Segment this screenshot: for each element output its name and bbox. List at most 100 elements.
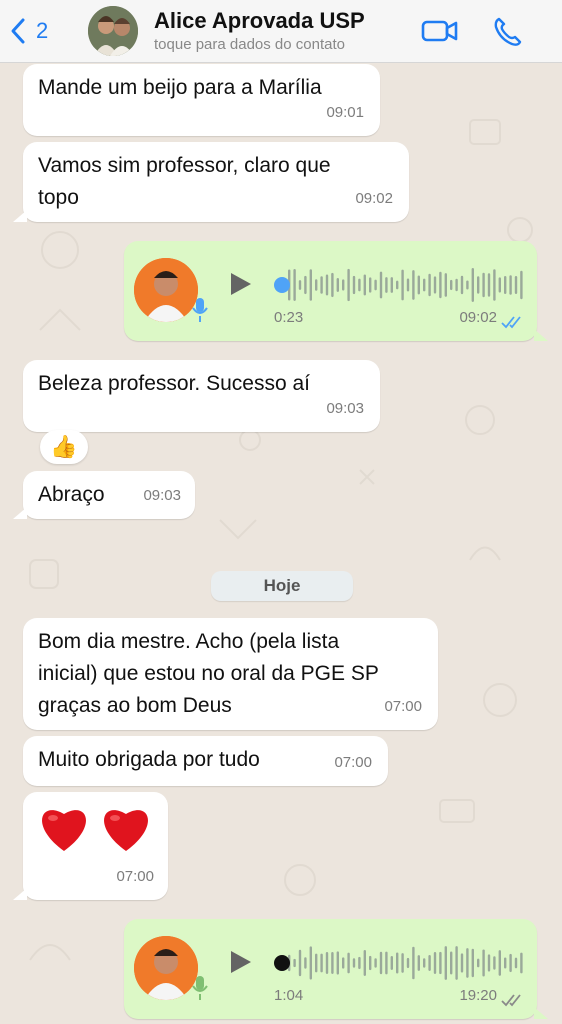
waveform-bar — [460, 275, 464, 295]
waveform-bar — [514, 957, 518, 969]
bubble-tail — [13, 507, 27, 519]
bubble-tail — [534, 1007, 548, 1019]
waveform-bar — [369, 277, 372, 293]
waveform-bar — [385, 277, 388, 293]
microphone-icon — [192, 298, 208, 322]
message-text: Abraço — [38, 483, 105, 506]
waveform-bar — [471, 268, 474, 302]
waveform-bar — [309, 269, 312, 301]
message-text-line: topo — [38, 186, 79, 209]
waveform-bar — [433, 952, 437, 974]
waveform-bar — [315, 953, 318, 973]
waveform-bar — [487, 954, 491, 972]
bubble-tail — [13, 888, 27, 900]
incoming-message[interactable]: Vamos sim professor, claro que topo 09:0… — [23, 142, 409, 222]
waveform-bar — [520, 952, 523, 974]
phone-call-icon[interactable] — [490, 14, 530, 48]
waveform-bar — [466, 948, 469, 978]
outgoing-voice-message[interactable]: 0:23 09:02 — [124, 241, 537, 341]
waveform-bar — [412, 270, 415, 300]
message-time: 09:02 — [459, 309, 497, 326]
waveform-bar — [423, 278, 426, 292]
waveform-bar — [342, 279, 345, 291]
audio-waveform[interactable] — [274, 943, 524, 983]
day-separator: Hoje — [211, 571, 353, 601]
waveform-bar — [439, 951, 442, 975]
waveform-bar — [352, 275, 356, 295]
waveform-bar — [369, 955, 372, 971]
message-time: 07:00 — [116, 868, 154, 885]
incoming-emoji-message[interactable]: ❤️❤️ 07:00 — [23, 792, 168, 900]
waveform-bar — [482, 949, 485, 977]
waveform-bar — [401, 953, 404, 973]
waveform-bar — [471, 948, 474, 978]
waveform-bar — [428, 273, 431, 297]
waveform-bar — [444, 273, 447, 297]
waveform-bar — [325, 952, 329, 974]
waveform-bar — [493, 269, 496, 301]
message-text-line: graças ao bom Deus — [38, 694, 232, 717]
waveform-bar — [309, 946, 312, 980]
bubble-tail — [13, 210, 27, 222]
waveform-bar — [423, 958, 426, 968]
waveform-bar — [498, 950, 501, 976]
red-heart-emoji — [42, 810, 86, 851]
waveform-bar — [358, 956, 361, 970]
waveform-bar — [396, 280, 399, 290]
message-text: Mande um beijo para a Marília — [38, 76, 322, 99]
waveform-bar — [396, 952, 399, 974]
message-text: Beleza professor. Sucesso aí — [38, 372, 310, 395]
message-time: 07:00 — [384, 698, 422, 715]
message-time: 07:00 — [334, 754, 372, 771]
waveform-bar — [401, 269, 404, 301]
message-time: 09:01 — [326, 104, 364, 121]
incoming-message[interactable]: Mande um beijo para a Marília 09:01 — [23, 64, 380, 136]
waveform-bar — [352, 958, 356, 968]
waveform-bar — [487, 273, 491, 297]
contact-name[interactable]: Alice Aprovada USP — [154, 8, 365, 34]
back-chevron-icon — [11, 18, 25, 44]
waveform-bar — [304, 275, 307, 295]
video-call-icon[interactable] — [420, 14, 460, 48]
message-reaction[interactable]: 👍 — [40, 430, 88, 464]
message-text-line: Bom dia mestre. Acho (pela lista — [38, 630, 340, 653]
waveform-bar — [455, 946, 458, 980]
red-heart-emoji — [104, 810, 148, 851]
incoming-message[interactable]: Beleza professor. Sucesso aí 09:03 — [23, 360, 380, 432]
waveform-bar — [417, 275, 420, 295]
playback-scrubber[interactable] — [274, 277, 290, 293]
play-button[interactable] — [228, 948, 254, 976]
play-button[interactable] — [228, 270, 254, 298]
waveform-bar — [504, 957, 507, 969]
waveform-bar — [520, 270, 523, 300]
waveform-bar — [379, 271, 383, 299]
message-time: 09:03 — [326, 400, 364, 417]
waveform-bar — [374, 279, 377, 291]
incoming-message[interactable]: Abraço 09:03 — [23, 471, 195, 519]
voice-sender-avatar — [134, 258, 198, 322]
waveform-bar — [450, 951, 453, 975]
incoming-message[interactable]: Muito obrigada por tudo 07:00 — [23, 736, 388, 786]
contact-info-hint[interactable]: toque para dados do contato — [154, 36, 345, 53]
waveform-bar — [363, 950, 366, 976]
waveform-bar — [336, 951, 339, 975]
waveform-bar — [390, 277, 393, 293]
outgoing-voice-message[interactable]: 1:04 19:20 — [124, 919, 537, 1019]
contact-avatar[interactable] — [88, 6, 138, 56]
back-button[interactable]: 2 — [10, 16, 48, 46]
playback-scrubber[interactable] — [274, 955, 290, 971]
audio-waveform[interactable] — [274, 265, 524, 305]
waveform-bar — [509, 275, 512, 295]
waveform-bar — [428, 955, 431, 971]
waveform-bar — [298, 280, 302, 290]
waveform-bar — [363, 274, 366, 296]
waveform-bar — [331, 272, 334, 298]
waveform-bar — [460, 953, 464, 973]
delivered-ticks-icon — [501, 994, 521, 1007]
waveform-bar — [417, 955, 420, 971]
waveform-bar — [298, 949, 302, 977]
microphone-icon — [192, 976, 208, 1000]
incoming-message[interactable]: Bom dia mestre. Acho (pela lista inicial… — [23, 618, 438, 730]
waveform-bar — [439, 271, 442, 299]
waveform-bar — [325, 274, 329, 296]
